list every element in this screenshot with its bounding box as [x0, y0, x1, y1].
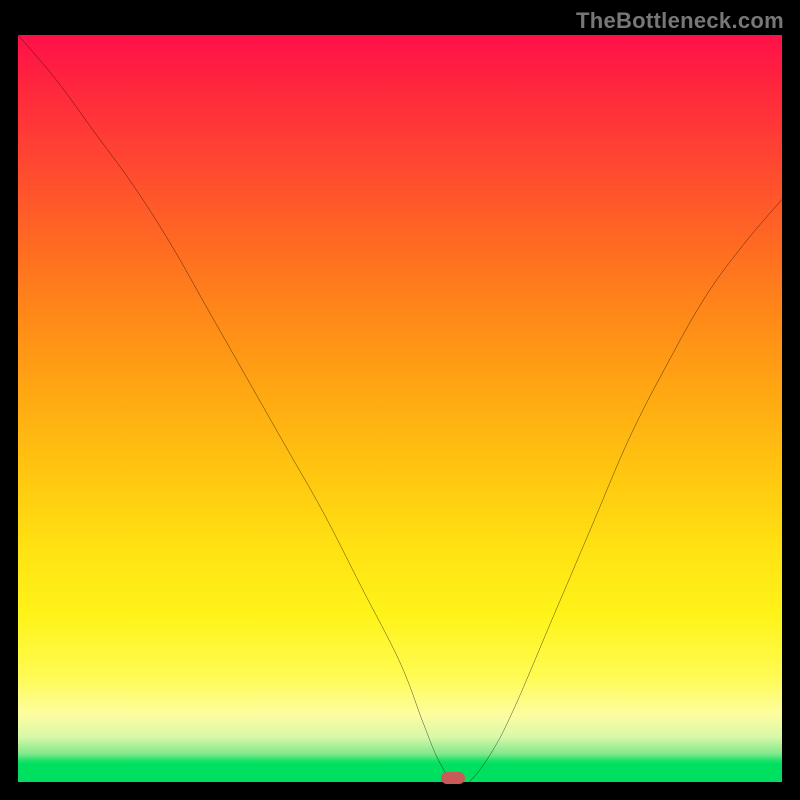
optimum-marker: [441, 772, 465, 784]
bottleneck-curve: [18, 35, 782, 782]
plot-area: [18, 35, 782, 782]
watermark-text: TheBottleneck.com: [576, 8, 784, 34]
chart-container: TheBottleneck.com: [0, 0, 800, 800]
